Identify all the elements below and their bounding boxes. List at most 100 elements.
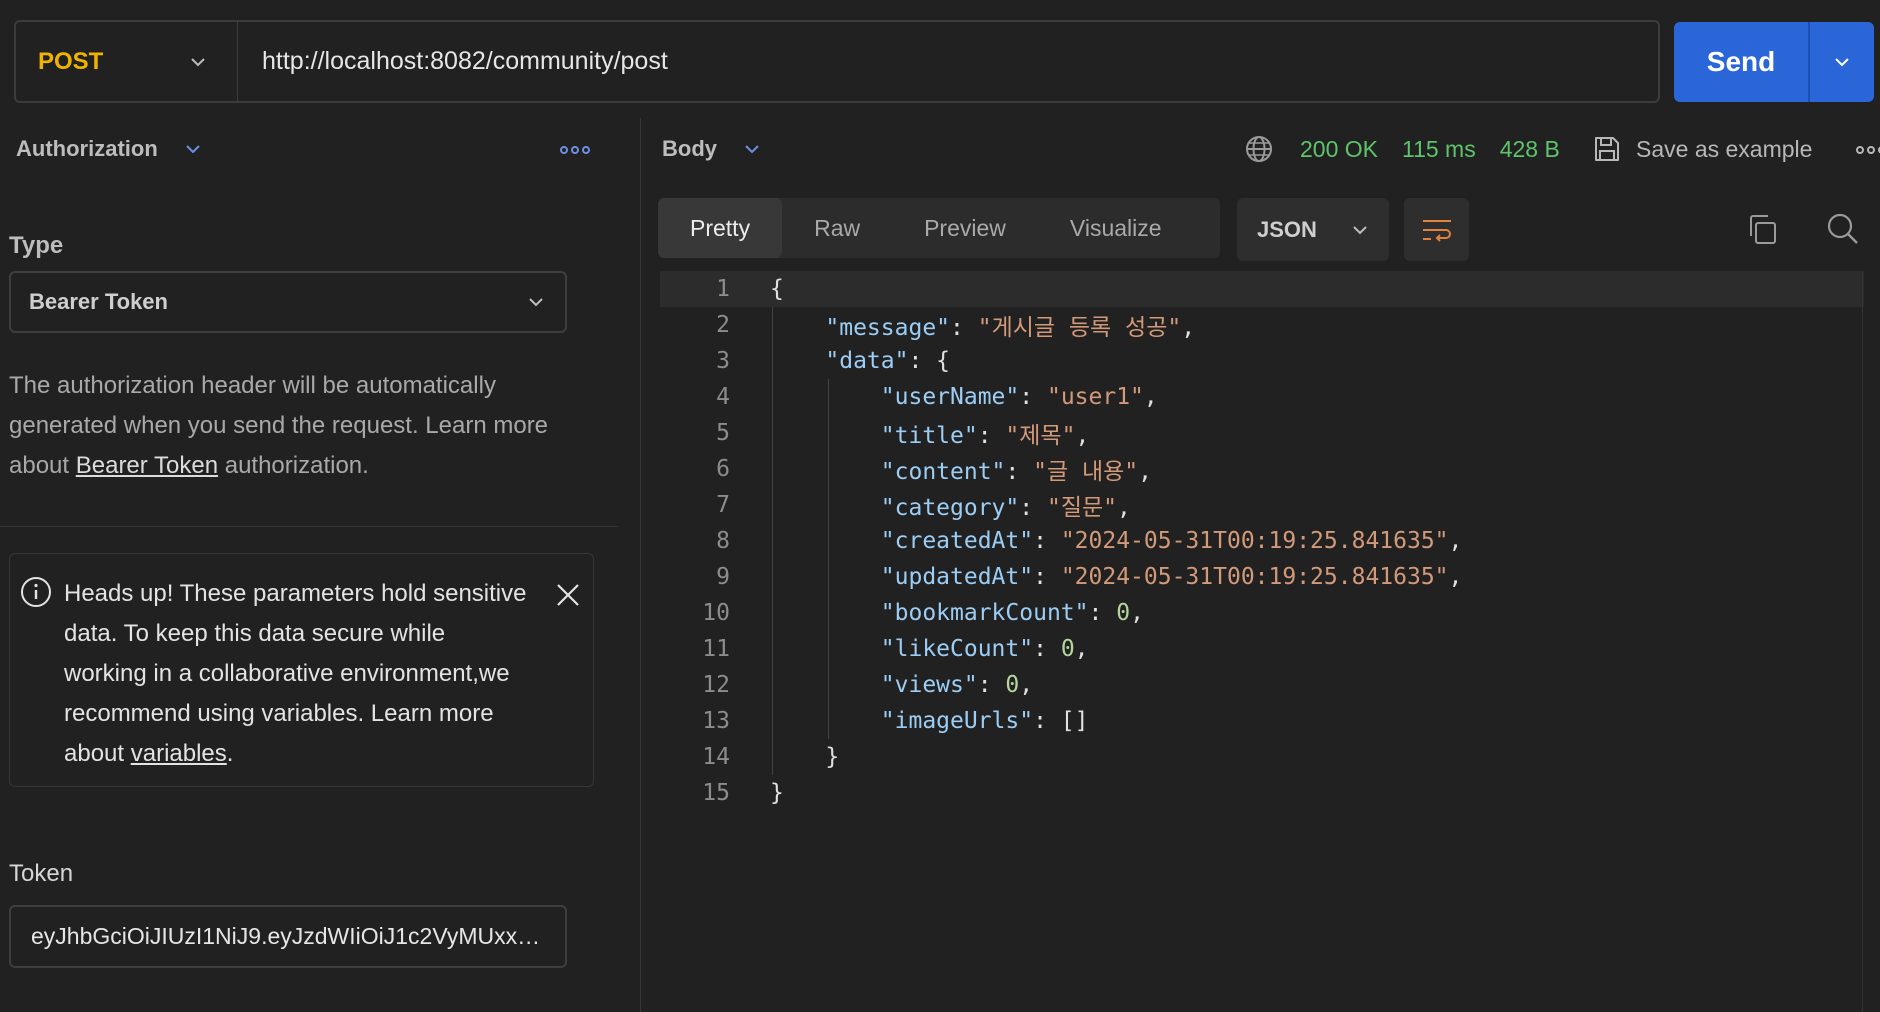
line-number: 7 bbox=[716, 492, 730, 518]
code-line: 14 } bbox=[660, 739, 1864, 775]
more-options-icon[interactable] bbox=[560, 146, 590, 154]
type-label: Type bbox=[9, 232, 64, 259]
line-number: 15 bbox=[702, 780, 730, 806]
globe-icon[interactable] bbox=[1244, 134, 1274, 164]
code-line: 8 "createdAt": "2024-05-31T00:19:25.8416… bbox=[660, 523, 1864, 559]
response-time[interactable]: 115 ms bbox=[1402, 136, 1476, 163]
chevron-down-icon bbox=[1835, 58, 1849, 67]
line-number: 2 bbox=[716, 312, 730, 338]
code-line: 6 "content": "글 내용", bbox=[660, 451, 1864, 487]
chevron-down-icon bbox=[1353, 225, 1367, 234]
response-body-code[interactable]: 1{2 "message": "게시글 등록 성공", 3 "data": {4 … bbox=[660, 271, 1864, 831]
token-input[interactable]: eyJhbGciOiJIUzI1NiJ9.eyJzdWIiOiJ1c2VyMUx… bbox=[9, 905, 567, 968]
save-icon bbox=[1595, 137, 1619, 161]
auth-help-text: The authorization header will be automat… bbox=[9, 372, 549, 479]
save-as-example-label: Save as example bbox=[1636, 135, 1813, 162]
copy-icon[interactable] bbox=[1748, 214, 1778, 246]
send-button[interactable]: Send bbox=[1674, 22, 1808, 102]
alert-text: Heads up! These parameters hold sensitiv… bbox=[64, 580, 527, 767]
response-body-tab[interactable]: Body bbox=[662, 136, 761, 162]
chevron-down-icon bbox=[529, 298, 543, 307]
request-bar: POST bbox=[14, 20, 1660, 103]
chevron-down-icon bbox=[191, 57, 205, 66]
code-line: 15} bbox=[660, 775, 1864, 811]
line-number: 12 bbox=[702, 672, 730, 698]
chevron-down-icon bbox=[186, 145, 200, 154]
method-select[interactable]: POST bbox=[16, 22, 238, 101]
line-number: 10 bbox=[702, 600, 730, 626]
code-text: "title": "제목", bbox=[880, 423, 1090, 449]
code-text: "imageUrls": [] bbox=[880, 708, 1089, 734]
line-number: 5 bbox=[716, 420, 730, 446]
code-line: 2 "message": "게시글 등록 성공", bbox=[660, 307, 1864, 343]
line-number: 14 bbox=[702, 744, 730, 770]
variables-link[interactable]: variables bbox=[131, 740, 227, 767]
view-tabs: Pretty Raw Preview Visualize bbox=[658, 198, 1220, 258]
code-scrollbar[interactable] bbox=[1862, 271, 1863, 1012]
line-number: 9 bbox=[716, 564, 730, 590]
authorization-label: Authorization bbox=[16, 136, 158, 161]
search-icon[interactable] bbox=[1826, 212, 1860, 246]
divider bbox=[0, 526, 618, 527]
code-text: "views": 0, bbox=[880, 672, 1034, 698]
code-line: 4 "userName": "user1", bbox=[660, 379, 1864, 415]
info-icon bbox=[21, 577, 51, 607]
auth-type-select[interactable]: Bearer Token bbox=[9, 271, 567, 333]
token-label: Token bbox=[9, 860, 74, 887]
code-text: "category": "질문", bbox=[880, 495, 1131, 521]
status-code[interactable]: 200 OK bbox=[1300, 136, 1378, 163]
line-number: 8 bbox=[716, 528, 730, 554]
line-number: 3 bbox=[716, 348, 730, 374]
sensitive-data-alert: Heads up! These parameters hold sensitiv… bbox=[9, 553, 594, 787]
response-meta: 200 OK 115 ms 428 B bbox=[1244, 134, 1560, 164]
tab-preview[interactable]: Preview bbox=[892, 198, 1038, 258]
code-line: 10 "bookmarkCount": 0, bbox=[660, 595, 1864, 631]
bearer-token-link[interactable]: Bearer Token bbox=[76, 452, 218, 479]
tab-pretty[interactable]: Pretty bbox=[658, 198, 783, 258]
line-number: 6 bbox=[716, 456, 730, 482]
token-value: eyJhbGciOiJIUzI1NiJ9.eyJzdWIiOiJ1c2VyMUx… bbox=[31, 923, 545, 949]
close-icon[interactable] bbox=[555, 582, 581, 608]
format-value: JSON bbox=[1257, 216, 1317, 242]
code-text: } bbox=[770, 780, 784, 806]
code-line: 11 "likeCount": 0, bbox=[660, 631, 1864, 667]
panel-divider[interactable] bbox=[640, 118, 641, 1012]
method-label: POST bbox=[38, 47, 104, 75]
code-line: 7 "category": "질문", bbox=[660, 487, 1864, 523]
wrap-icon bbox=[1422, 219, 1451, 242]
send-group: Send bbox=[1674, 22, 1874, 102]
line-number: 11 bbox=[702, 636, 730, 662]
tab-visualize[interactable]: Visualize bbox=[1038, 198, 1194, 258]
code-line: 9 "updatedAt": "2024-05-31T00:19:25.8416… bbox=[660, 559, 1864, 595]
format-select[interactable]: JSON bbox=[1237, 198, 1389, 261]
indent-guide bbox=[772, 307, 773, 775]
response-size[interactable]: 428 B bbox=[1500, 136, 1560, 163]
send-options-button[interactable] bbox=[1808, 22, 1874, 102]
more-options-icon[interactable] bbox=[1856, 146, 1880, 154]
save-as-example-button[interactable]: Save as example bbox=[1592, 134, 1812, 164]
line-number: 4 bbox=[716, 384, 730, 410]
code-text: { bbox=[770, 276, 784, 302]
code-text: } bbox=[770, 744, 840, 770]
code-text: "updatedAt": "2024-05-31T00:19:25.841635… bbox=[880, 564, 1463, 590]
line-number: 1 bbox=[716, 276, 730, 302]
code-line: 3 "data": { bbox=[660, 343, 1864, 379]
code-line: 1{ bbox=[660, 271, 1864, 307]
authorization-tab[interactable]: Authorization bbox=[16, 136, 202, 162]
code-line: 13 "imageUrls": [] bbox=[660, 703, 1864, 739]
tab-raw[interactable]: Raw bbox=[782, 198, 892, 258]
chevron-down-icon bbox=[745, 145, 759, 154]
code-text: "bookmarkCount": 0, bbox=[880, 600, 1144, 626]
code-line: 12 "views": 0, bbox=[660, 667, 1864, 703]
line-number: 13 bbox=[702, 708, 730, 734]
indent-guide bbox=[828, 379, 829, 739]
code-text: "likeCount": 0, bbox=[880, 636, 1089, 662]
code-text: "createdAt": "2024-05-31T00:19:25.841635… bbox=[880, 528, 1463, 554]
url-input[interactable] bbox=[238, 22, 1658, 101]
auth-type-value: Bearer Token bbox=[29, 289, 168, 314]
body-label: Body bbox=[662, 136, 717, 161]
wrap-lines-button[interactable] bbox=[1404, 198, 1469, 261]
code-text: "data": { bbox=[825, 348, 951, 374]
code-line: 5 "title": "제목", bbox=[660, 415, 1864, 451]
code-text: "message": "게시글 등록 성공", bbox=[825, 315, 1196, 341]
